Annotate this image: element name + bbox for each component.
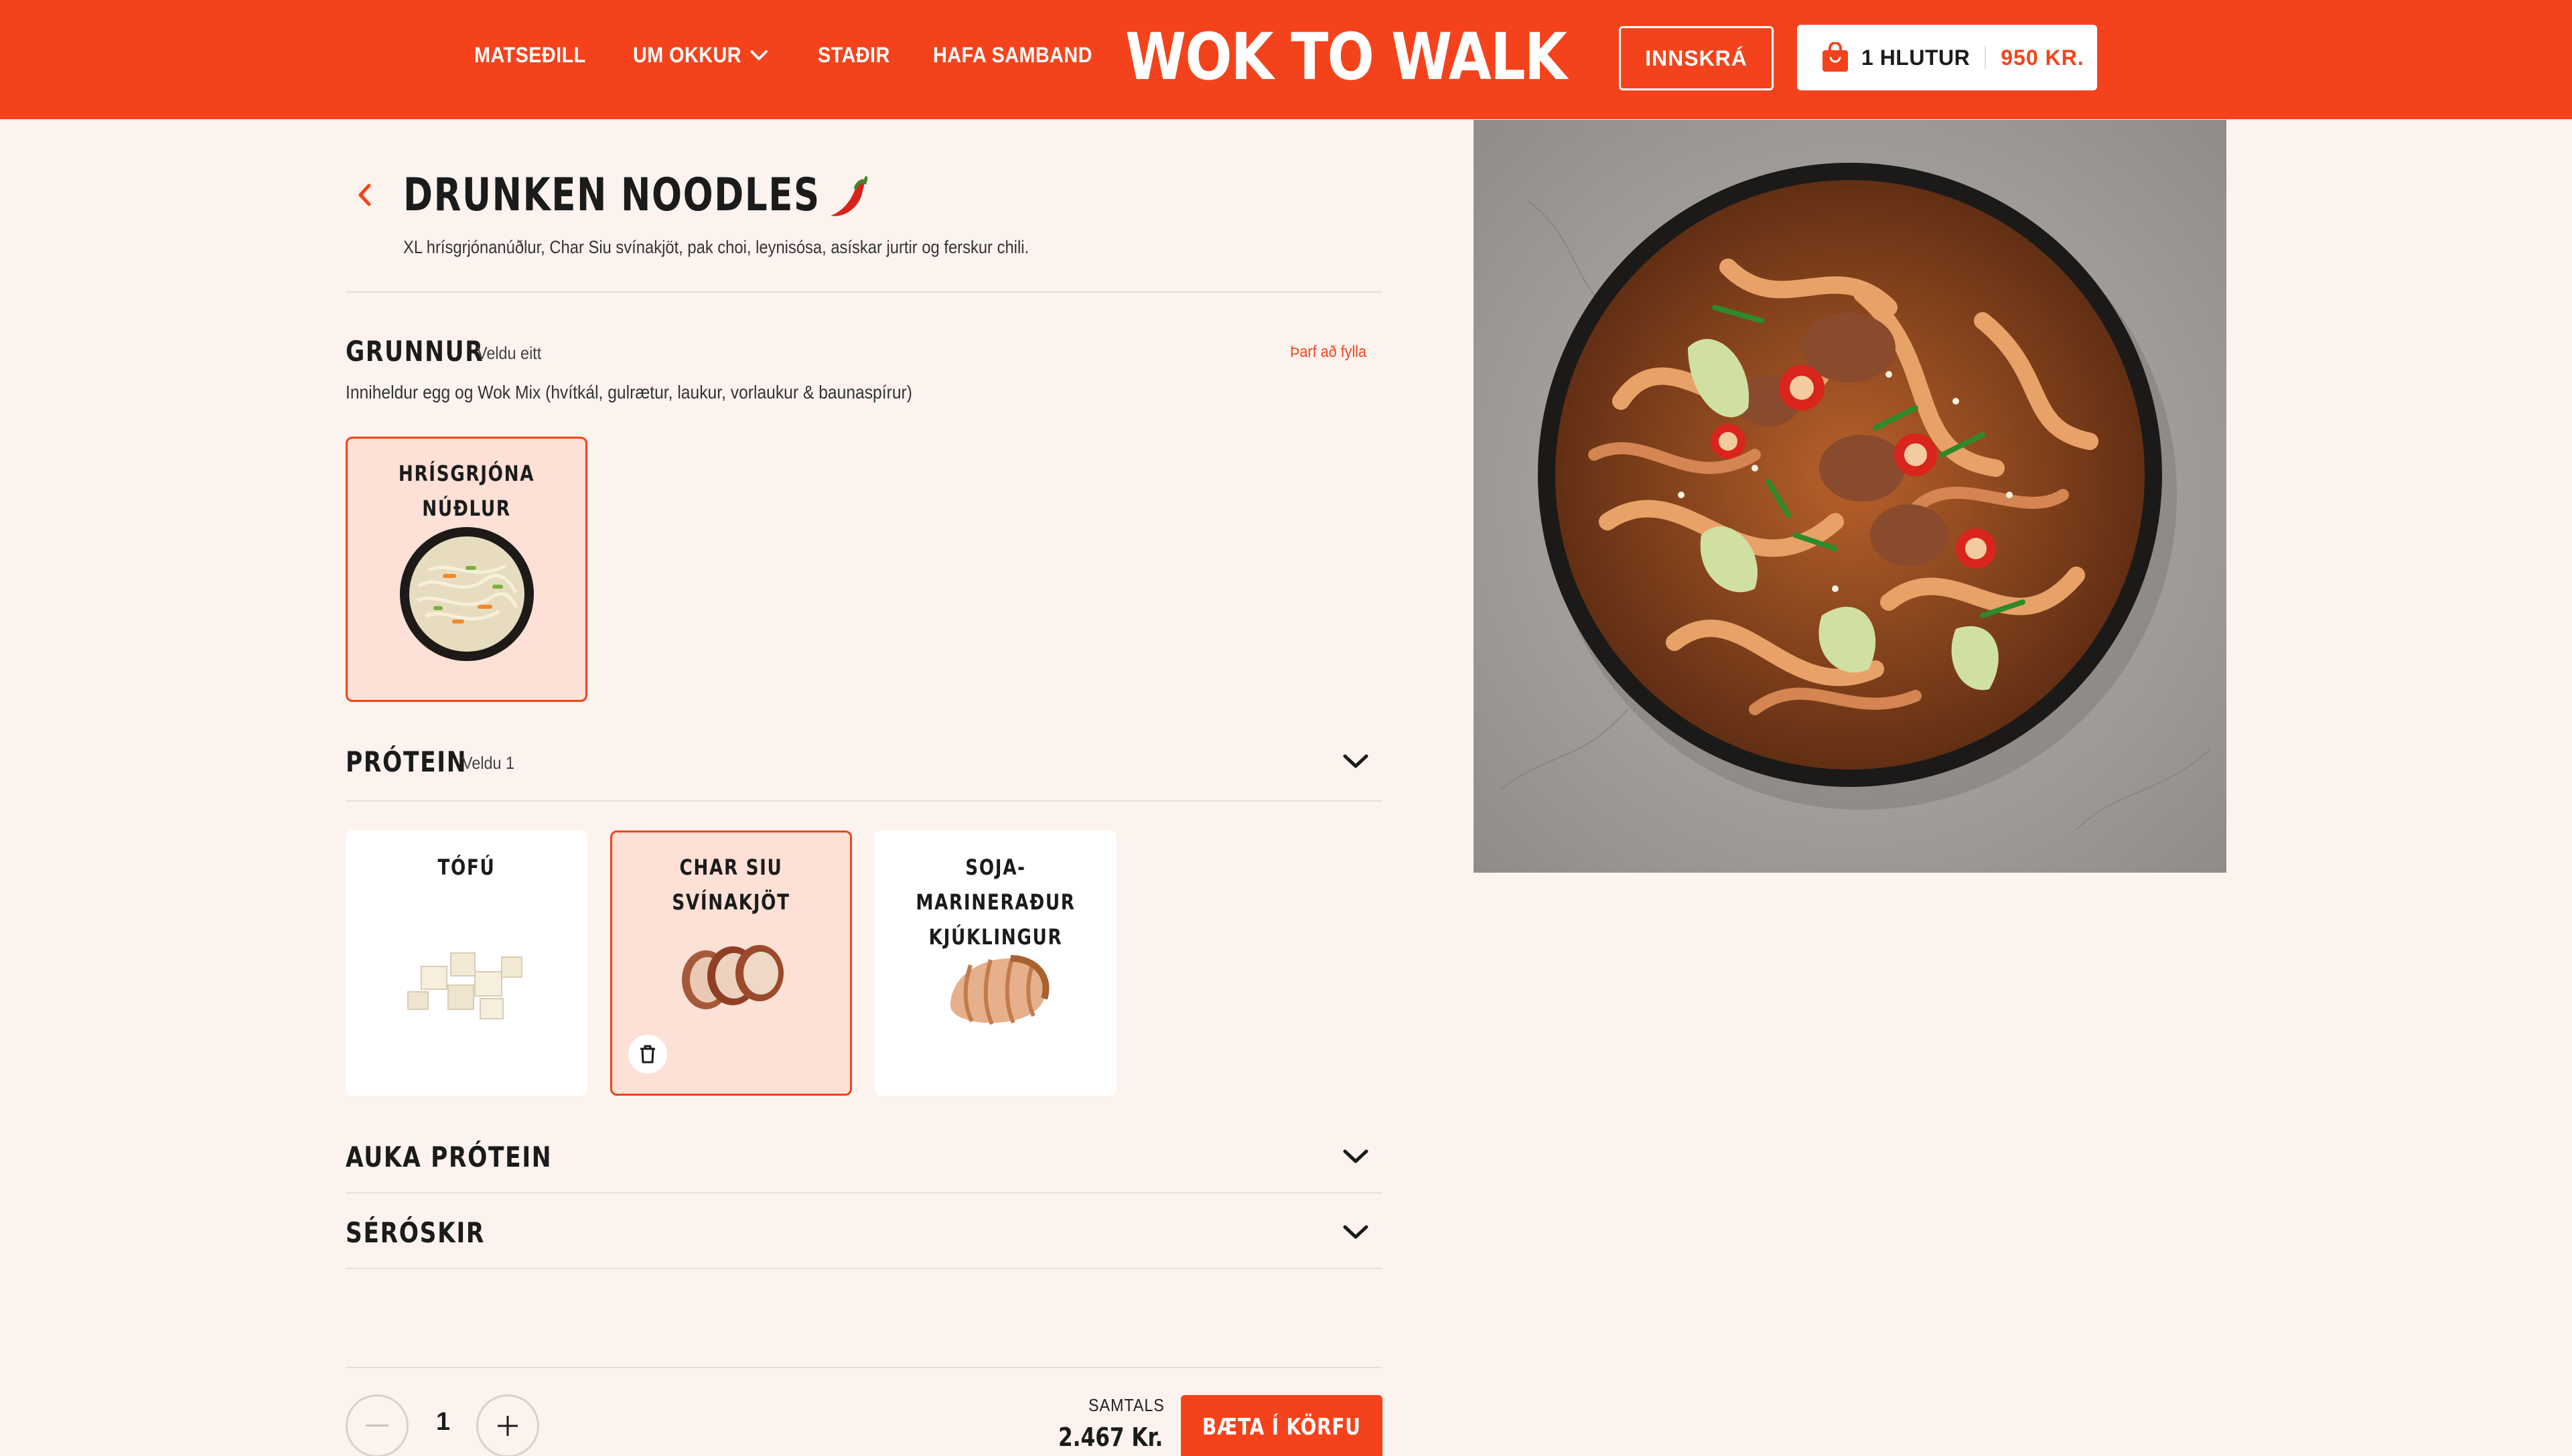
remove-option-button[interactable] [628, 1035, 667, 1074]
divider [346, 1192, 1382, 1193]
chevron-down-icon [750, 50, 768, 60]
protein-section-title: PRÓTEIN [346, 745, 468, 778]
cart-button[interactable]: 1 HLUTUR 950 KR. [1797, 25, 2097, 90]
base-section-title: GRUNNUR [346, 335, 484, 368]
decrease-quantity-button[interactable] [346, 1394, 409, 1456]
option-label: SOJA-MARINERAÐUR KJÚKLINGUR [916, 855, 1076, 950]
nav-label: HAFA SAMBAND [932, 43, 1092, 67]
chili-icon [831, 176, 868, 217]
option-label: TÓFÚ [437, 855, 496, 880]
noodle-bowl-image [400, 527, 534, 661]
product-photo [1474, 120, 2226, 873]
increase-quantity-button[interactable] [476, 1394, 539, 1456]
login-button[interactable]: INNSKRÁ [1619, 26, 1774, 90]
tofu-image [407, 952, 522, 1019]
divider [346, 291, 1382, 293]
chevron-down-icon[interactable] [1342, 753, 1369, 770]
special-requests-section-title[interactable]: SÉRÓSKIR [346, 1216, 485, 1249]
total-label: SAMTALS [1088, 1395, 1165, 1415]
required-badge: Þarf að fylla [1290, 343, 1367, 361]
total-value: 2.467 Kr. [1058, 1423, 1163, 1452]
nav-item-menu[interactable]: MATSEÐILL [474, 43, 586, 68]
add-to-cart-button[interactable]: BÆTA Í KÖRFU [1181, 1395, 1382, 1456]
option-card-rice-noodles[interactable]: HRÍSGRJÓNA NÚÐLUR [346, 437, 587, 702]
nav-label: MATSEÐILL [474, 43, 586, 67]
base-section-description: Inniheldur egg og Wok Mix (hvítkál, gulr… [346, 382, 912, 403]
top-header: MATSEÐILL UM OKKUR STAÐIR HAFA SAMBAND W… [0, 0, 2572, 119]
divider [346, 1367, 1382, 1368]
chevron-down-icon[interactable] [1342, 1148, 1369, 1165]
product-title-text: DRUNKEN NOODLES [403, 169, 820, 222]
brand-logo[interactable]: WOK TO WALK [1125, 25, 1567, 89]
chicken-slices-image [950, 955, 1050, 1025]
pork-slices-image [682, 945, 784, 1009]
divider [346, 1268, 1382, 1269]
cart-price: 950 KR. [2001, 45, 2084, 70]
extra-protein-section-title[interactable]: AUKA PRÓTEIN [346, 1141, 552, 1173]
cart-count: 1 HLUTUR [1861, 45, 1971, 70]
option-label: CHAR SIU SVÍNAKJÖT [672, 855, 790, 915]
minus-icon [366, 1425, 388, 1427]
shopping-bag-icon [1823, 42, 1848, 72]
nav-item-about[interactable]: UM OKKUR [633, 43, 768, 68]
plus-icon [498, 1416, 518, 1436]
nav-label: UM OKKUR [633, 43, 742, 67]
protein-section-hint: Veldu 1 [462, 753, 515, 773]
option-card-char-siu-pork[interactable]: CHAR SIU SVÍNAKJÖT [610, 830, 852, 1096]
nav-label: STAÐIR [818, 43, 890, 67]
nav-item-locations[interactable]: STAÐIR [818, 43, 890, 68]
option-label: HRÍSGRJÓNA NÚÐLUR [398, 461, 535, 521]
option-card-soy-chicken[interactable]: SOJA-MARINERAÐUR KJÚKLINGUR [875, 830, 1117, 1096]
cart-separator [1985, 46, 1987, 69]
option-card-tofu[interactable]: TÓFÚ [346, 830, 587, 1096]
main-nav: MATSEÐILL UM OKKUR STAÐIR HAFA SAMBAND [474, 43, 1145, 68]
quantity-value: 1 [436, 1408, 451, 1436]
product-description: XL hrísgrjónanúðlur, Char Siu svínakjöt,… [403, 237, 1029, 257]
add-to-cart-label: BÆTA Í KÖRFU [1202, 1414, 1361, 1441]
nav-item-contact[interactable]: HAFA SAMBAND [933, 43, 1092, 68]
back-arrow-icon[interactable] [356, 181, 373, 208]
trash-icon [640, 1045, 655, 1064]
product-title: DRUNKEN NOODLES [403, 169, 869, 222]
divider [346, 800, 1382, 802]
chevron-down-icon[interactable] [1342, 1224, 1369, 1241]
base-section-hint: Veldu eitt [477, 343, 542, 363]
